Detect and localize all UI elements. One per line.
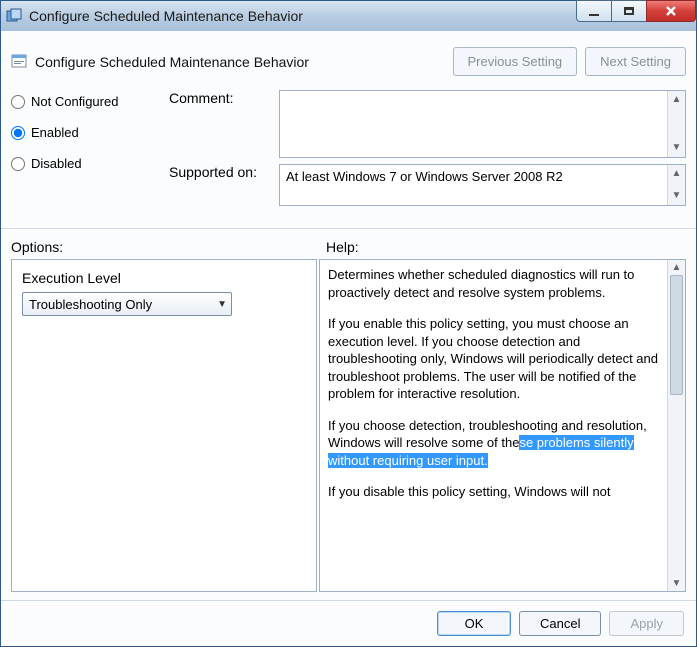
spin-down-icon[interactable]: ▼: [672, 191, 682, 201]
supported-on-text: At least Windows 7 or Windows Server 200…: [280, 165, 685, 205]
cancel-button[interactable]: Cancel: [519, 611, 601, 636]
execution-level-dropdown[interactable]: Troubleshooting Only ▼: [22, 292, 232, 316]
radio-not-configured-label: Not Configured: [31, 94, 118, 109]
button-bar: OK Cancel Apply: [1, 600, 696, 646]
radio-not-configured[interactable]: Not Configured: [11, 94, 169, 109]
minimize-button[interactable]: [576, 0, 612, 22]
radio-disabled-label: Disabled: [31, 156, 82, 171]
scroll-down-icon[interactable]: ▼: [672, 576, 682, 591]
comment-textarea[interactable]: ▲ ▼: [279, 90, 686, 158]
radio-not-configured-input[interactable]: [11, 95, 25, 109]
ok-button[interactable]: OK: [437, 611, 511, 636]
policy-state-radios: Not Configured Enabled Disabled: [11, 90, 169, 212]
minimize-icon: [589, 14, 599, 16]
previous-setting-button[interactable]: Previous Setting: [453, 47, 578, 76]
maximize-icon: [624, 7, 634, 15]
scroll-thumb[interactable]: [670, 275, 683, 395]
comment-label: Comment:: [169, 90, 279, 158]
chevron-down-icon: ▼: [217, 299, 227, 310]
titlebar[interactable]: Configure Scheduled Maintenance Behavior: [1, 1, 696, 31]
help-text[interactable]: Determines whether scheduled diagnostics…: [320, 260, 667, 591]
help-panel: Determines whether scheduled diagnostics…: [319, 259, 686, 592]
comment-spinner: ▲ ▼: [667, 91, 685, 157]
window-controls: [576, 1, 696, 31]
maximize-button[interactable]: [611, 0, 647, 22]
radio-disabled-input[interactable]: [11, 157, 25, 171]
supported-spinner: ▲ ▼: [667, 165, 685, 205]
radio-enabled[interactable]: Enabled: [11, 125, 169, 140]
radio-enabled-label: Enabled: [31, 125, 79, 140]
scroll-track[interactable]: [668, 275, 685, 576]
divider: [1, 228, 696, 229]
window-title: Configure Scheduled Maintenance Behavior: [29, 8, 576, 24]
help-scrollbar[interactable]: ▲ ▼: [667, 260, 685, 591]
next-setting-button[interactable]: Next Setting: [585, 47, 686, 76]
comment-text: [280, 91, 685, 157]
dialog-title: Configure Scheduled Maintenance Behavior: [35, 54, 309, 70]
radio-disabled[interactable]: Disabled: [11, 156, 169, 171]
execution-level-label: Execution Level: [22, 270, 306, 286]
options-panel: Execution Level Troubleshooting Only ▼: [11, 259, 317, 592]
help-label: Help:: [326, 239, 359, 255]
execution-level-value: Troubleshooting Only: [29, 297, 152, 312]
close-button[interactable]: [646, 0, 696, 22]
options-label: Options:: [11, 239, 326, 255]
supported-label: Supported on:: [169, 164, 279, 206]
scroll-up-icon[interactable]: ▲: [672, 260, 682, 275]
help-paragraph: If you enable this policy setting, you m…: [328, 315, 659, 403]
dialog-icon: [11, 53, 29, 71]
supported-on-box: At least Windows 7 or Windows Server 200…: [279, 164, 686, 206]
help-paragraph: If you choose detection, troubleshooting…: [328, 417, 659, 470]
spin-up-icon[interactable]: ▲: [672, 95, 682, 105]
spin-up-icon[interactable]: ▲: [672, 169, 682, 179]
help-paragraph: If you disable this policy setting, Wind…: [328, 483, 659, 501]
help-paragraph: Determines whether scheduled diagnostics…: [328, 266, 659, 301]
apply-button[interactable]: Apply: [609, 611, 684, 636]
dialog-window: Configure Scheduled Maintenance Behavior: [0, 0, 697, 647]
spin-down-icon[interactable]: ▼: [672, 143, 682, 153]
app-icon: [5, 7, 23, 25]
radio-enabled-input[interactable]: [11, 126, 25, 140]
close-icon: [664, 4, 678, 18]
